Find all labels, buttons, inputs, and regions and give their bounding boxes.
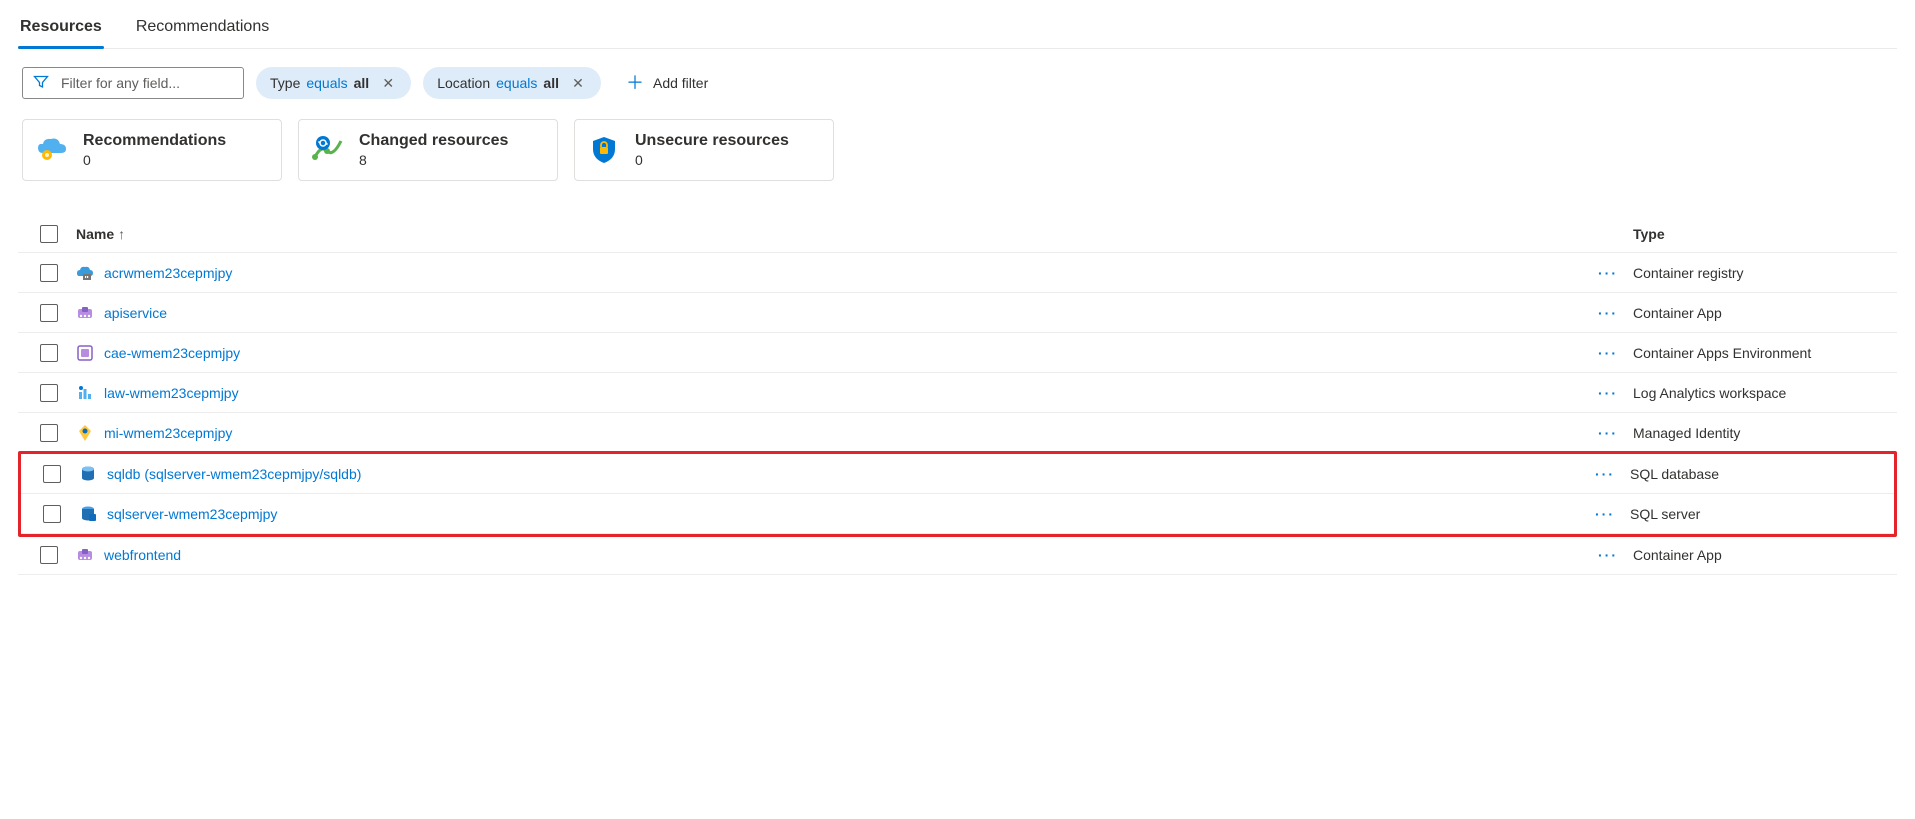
select-all-checkbox[interactable] [40, 225, 58, 243]
pill-value: all [354, 75, 370, 91]
row-more-button[interactable]: ··· [1583, 385, 1633, 401]
table-row: webfrontend ··· Container App [18, 535, 1897, 575]
sqlsrv-icon [79, 505, 97, 523]
resource-link[interactable]: mi-wmem23cepmjpy [104, 425, 232, 441]
resource-link[interactable]: sqldb (sqlserver-wmem23cepmjpy/sqldb) [107, 466, 361, 482]
resource-type: Container App [1633, 547, 1893, 563]
card-count: 8 [359, 152, 508, 168]
row-checkbox[interactable] [40, 304, 58, 322]
row-more-button[interactable]: ··· [1583, 305, 1633, 321]
row-checkbox[interactable] [40, 424, 58, 442]
card-count: 0 [83, 152, 226, 168]
resource-type: SQL database [1630, 466, 1890, 482]
table-row: mi-wmem23cepmjpy ··· Managed Identity [18, 413, 1897, 453]
changed-resources-icon [311, 133, 345, 167]
card-recommendations[interactable]: Recommendations 0 [22, 119, 282, 181]
capp-icon [76, 546, 94, 564]
card-count: 0 [635, 152, 789, 168]
filter-pill-type[interactable]: Type equals all ✕ [256, 67, 411, 99]
resource-type: Container App [1633, 305, 1893, 321]
pill-key: Type [270, 75, 300, 91]
table-row: sqldb (sqlserver-wmem23cepmjpy/sqldb) ··… [21, 454, 1894, 494]
plus-icon: ＋ [627, 75, 643, 91]
card-title: Changed resources [359, 132, 508, 150]
close-icon[interactable]: ✕ [569, 74, 587, 92]
filter-input-wrapper[interactable] [22, 67, 244, 99]
resource-link[interactable]: apiservice [104, 305, 167, 321]
add-filter-button[interactable]: ＋ Add filter [613, 67, 722, 99]
table-header: Name↑ Type [18, 215, 1897, 253]
pill-key: Location [437, 75, 490, 91]
table-row: law-wmem23cepmjpy ··· Log Analytics work… [18, 373, 1897, 413]
sort-asc-icon: ↑ [118, 226, 125, 242]
table-row: sqlserver-wmem23cepmjpy ··· SQL server [21, 494, 1894, 534]
table-row: acrwmem23cepmjpy ··· Container registry [18, 253, 1897, 293]
resources-table: Name↑ Type acrwmem23cepmjpy ··· Containe… [18, 215, 1897, 575]
capp-icon [76, 304, 94, 322]
row-more-button[interactable]: ··· [1583, 547, 1633, 563]
column-header-type[interactable]: Type [1633, 226, 1893, 242]
add-filter-label: Add filter [653, 75, 708, 91]
tabs: Resources Recommendations [18, 0, 1897, 49]
row-more-button[interactable]: ··· [1583, 265, 1633, 281]
row-more-button[interactable]: ··· [1583, 425, 1633, 441]
tab-resources[interactable]: Resources [18, 10, 104, 48]
row-checkbox[interactable] [43, 465, 61, 483]
row-more-button[interactable]: ··· [1583, 345, 1633, 361]
row-checkbox[interactable] [43, 505, 61, 523]
table-row: apiservice ··· Container App [18, 293, 1897, 333]
resource-type: Managed Identity [1633, 425, 1893, 441]
resource-type: Container Apps Environment [1633, 345, 1893, 361]
highlight-box: sqldb (sqlserver-wmem23cepmjpy/sqldb) ··… [18, 451, 1897, 537]
close-icon[interactable]: ✕ [379, 74, 397, 92]
pill-value: all [543, 75, 559, 91]
filter-icon [33, 74, 49, 93]
row-checkbox[interactable] [40, 344, 58, 362]
row-checkbox[interactable] [40, 264, 58, 282]
filter-pill-location[interactable]: Location equals all ✕ [423, 67, 601, 99]
summary-cards: Recommendations 0 Changed resources 8 [18, 107, 1897, 187]
resource-type: Container registry [1633, 265, 1893, 281]
row-more-button[interactable]: ··· [1580, 506, 1630, 522]
column-header-name[interactable]: Name↑ [76, 226, 1583, 242]
resource-link[interactable]: sqlserver-wmem23cepmjpy [107, 506, 277, 522]
acr-icon [76, 264, 94, 282]
filter-bar: Type equals all ✕ Location equals all ✕ … [18, 49, 1897, 107]
resource-link[interactable]: cae-wmem23cepmjpy [104, 345, 240, 361]
card-title: Recommendations [83, 132, 226, 150]
pill-op: equals [306, 75, 347, 91]
resource-type: SQL server [1630, 506, 1890, 522]
card-changed-resources[interactable]: Changed resources 8 [298, 119, 558, 181]
card-title: Unsecure resources [635, 132, 789, 150]
resource-type: Log Analytics workspace [1633, 385, 1893, 401]
resource-link[interactable]: law-wmem23cepmjpy [104, 385, 239, 401]
row-checkbox[interactable] [40, 384, 58, 402]
cae-icon [76, 344, 94, 362]
cloud-recommendation-icon [35, 133, 69, 167]
pill-op: equals [496, 75, 537, 91]
mi-icon [76, 424, 94, 442]
tab-recommendations[interactable]: Recommendations [134, 10, 271, 48]
row-more-button[interactable]: ··· [1580, 466, 1630, 482]
sqldb-icon [79, 465, 97, 483]
filter-input[interactable] [59, 74, 244, 92]
resource-link[interactable]: acrwmem23cepmjpy [104, 265, 232, 281]
resource-link[interactable]: webfrontend [104, 547, 181, 563]
row-checkbox[interactable] [40, 546, 58, 564]
card-unsecure-resources[interactable]: Unsecure resources 0 [574, 119, 834, 181]
law-icon [76, 384, 94, 402]
table-row: cae-wmem23cepmjpy ··· Container Apps Env… [18, 333, 1897, 373]
shield-icon [587, 133, 621, 167]
